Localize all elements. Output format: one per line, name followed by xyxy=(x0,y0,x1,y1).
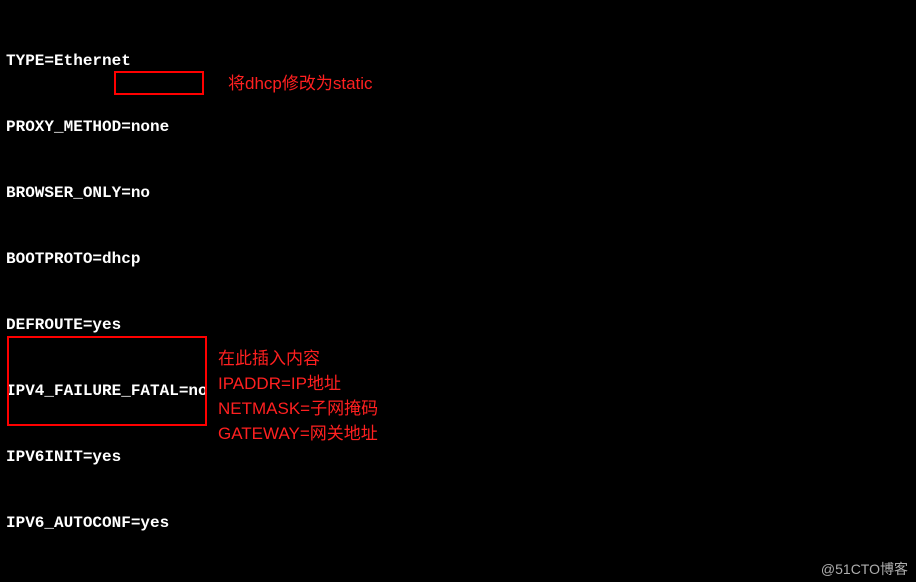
annotation-insert-title: 在此插入内容 xyxy=(218,347,320,371)
watermark: @51CTO博客 xyxy=(821,558,908,580)
config-line: PROXY_METHOD=none xyxy=(6,116,910,138)
terminal-editor[interactable]: TYPE=Ethernet PROXY_METHOD=none BROWSER_… xyxy=(0,0,916,582)
config-line: IPV6_DEFROUTE=yes xyxy=(6,578,910,582)
config-line: IPV6_AUTOCONF=yes xyxy=(6,512,910,534)
config-line: BROWSER_ONLY=no xyxy=(6,182,910,204)
annotation-ipaddr: IPADDR=IP地址 xyxy=(218,372,341,396)
annotation-gateway: GATEWAY=网关地址 xyxy=(218,422,378,446)
config-line: BOOTPROTO=dhcp xyxy=(6,248,910,270)
annotation-netmask: NETMASK=子网掩码 xyxy=(218,397,378,421)
annotation-dhcp-to-static: 将dhcp修改为static xyxy=(228,72,373,96)
config-line: IPV6INIT=yes xyxy=(6,446,910,468)
config-line: IPV4_FAILURE_FATAL=no xyxy=(6,380,910,402)
config-line: DEFROUTE=yes xyxy=(6,314,910,336)
config-line: TYPE=Ethernet xyxy=(6,50,910,72)
